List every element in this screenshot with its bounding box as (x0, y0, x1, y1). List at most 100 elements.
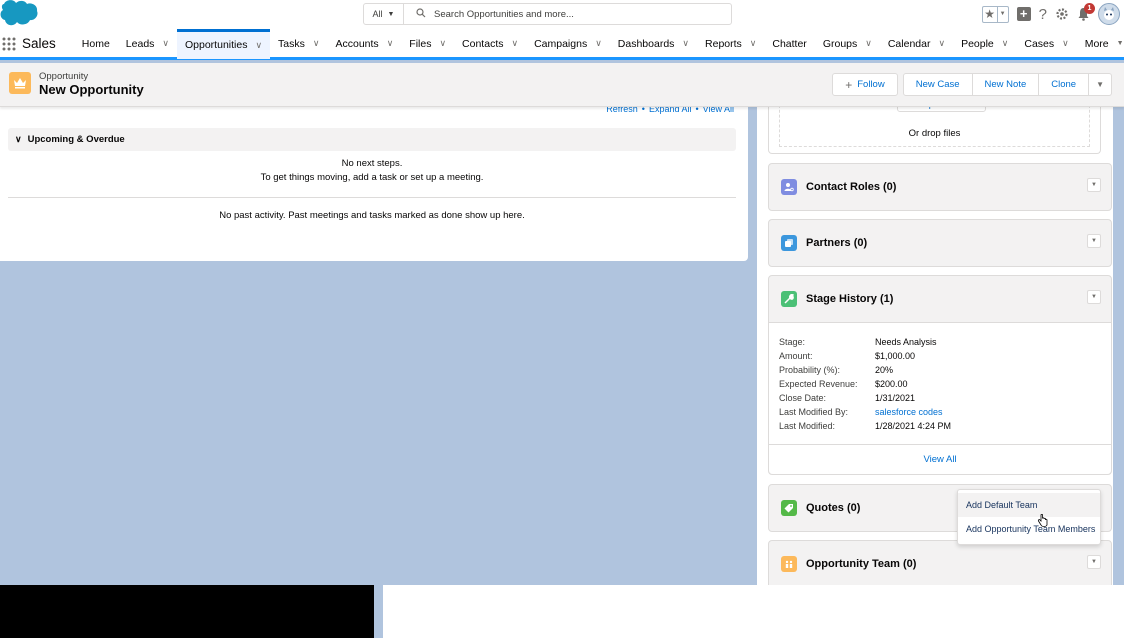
global-header: All ▼ ★ ▼ + ? 1 (0, 0, 1124, 30)
chevron-down-icon[interactable]: ∨ (387, 38, 394, 49)
app-launcher-icon[interactable] (2, 30, 16, 58)
field-label: Probability (%): (779, 365, 841, 375)
stage-history-card: Stage History (1) ▼ Stage: Needs Analysis… (768, 275, 1112, 475)
nav-item-label: Accounts (335, 37, 379, 50)
new-case-button[interactable]: New Case (902, 73, 973, 96)
nav-item-cases[interactable]: Cases ∨ (1016, 29, 1076, 59)
nav-item-label: Home (81, 37, 110, 50)
stage-row: Last Modified: 1/28/2021 4:24 PM (779, 419, 1101, 433)
divider (8, 197, 736, 198)
add-opportunity-team-members-menu-item[interactable]: Add Opportunity Team Members (958, 517, 1100, 541)
chevron-down-icon[interactable]: ∨ (1062, 38, 1069, 49)
chevron-down-icon[interactable]: ∨ (682, 38, 689, 49)
nav-item-calendar[interactable]: Calendar ∨ (880, 29, 953, 59)
contact-roles-icon (781, 179, 797, 195)
nav-item-label: Campaigns (534, 37, 588, 50)
chevron-down-icon[interactable]: ∨ (511, 38, 518, 49)
search-input[interactable] (434, 8, 731, 20)
nav-item-people[interactable]: People ∨ (953, 29, 1016, 59)
field-label: Expected Revenue: (779, 379, 858, 389)
stage-row: Close Date: 1/31/2021 (779, 391, 1101, 405)
new-note-button[interactable]: New Note (972, 73, 1040, 96)
add-default-team-menu-item[interactable]: Add Default Team (958, 493, 1100, 517)
card-title[interactable]: Contact Roles (0) (806, 181, 896, 193)
plus-icon: + (845, 77, 853, 92)
nav-item-home[interactable]: Home (74, 29, 118, 59)
chevron-down-icon[interactable]: ∨ (938, 38, 945, 49)
file-drop-zone[interactable]: ⇪ Upload Files Or drop files (768, 100, 1101, 154)
wrench-icon (781, 291, 797, 307)
partners-card: Partners (0) ▼ (768, 219, 1112, 267)
chevron-down-icon[interactable]: ∨ (595, 38, 602, 49)
nav-item-chatter[interactable]: Chatter (764, 29, 814, 59)
chevron-down-icon[interactable]: ∨ (1002, 38, 1009, 49)
card-menu-button[interactable]: ▼ (1087, 178, 1101, 192)
nav-item-label: People (961, 37, 994, 50)
section-title: Upcoming & Overdue (27, 134, 125, 145)
notifications-bell-icon[interactable]: 1 (1077, 3, 1095, 21)
chevron-down-icon[interactable]: ∨ (439, 38, 446, 49)
nav-item-label: Opportunities (185, 39, 248, 51)
nav-item-contacts[interactable]: Contacts ∨ (454, 29, 526, 59)
nav-item-reports[interactable]: Reports ∨ (697, 29, 764, 59)
card-header: Opportunity Team (0) ▼ (769, 541, 1111, 585)
nav-item-dashboards[interactable]: Dashboards ∨ (610, 29, 697, 59)
card-header: Contact Roles (0) ▼ (769, 164, 1111, 210)
card-title[interactable]: Quotes (0) (806, 502, 860, 514)
nav-item-opportunities[interactable]: Opportunities ∨ (177, 28, 271, 59)
favorites-caret-icon[interactable]: ▼ (998, 7, 1008, 22)
help-icon[interactable]: ? (1039, 6, 1047, 23)
black-overlay-block (0, 585, 374, 638)
chevron-down-icon[interactable]: ∨ (162, 38, 169, 49)
field-label: Last Modified By: (779, 407, 849, 417)
record-page-header: Opportunity New Opportunity + Follow New… (0, 63, 1124, 107)
field-value: 1/31/2021 (875, 393, 916, 403)
card-title[interactable]: Opportunity Team (0) (806, 558, 916, 570)
card-title[interactable]: Stage History (1) (806, 293, 893, 305)
chevron-down-icon[interactable]: ∨ (750, 38, 757, 49)
stage-row: Amount: $1,000.00 (779, 349, 1101, 363)
favorites-star-icon[interactable]: ★ (983, 6, 998, 22)
chevron-down-icon[interactable]: ∨ (313, 38, 320, 49)
caret-down-icon[interactable]: ▼ (1117, 40, 1124, 47)
card-menu-button[interactable]: ▼ (1087, 290, 1101, 304)
global-actions-plus-icon[interactable]: + (1016, 7, 1031, 21)
quote-tag-icon (781, 500, 797, 516)
nav-item-label: Cases (1024, 37, 1055, 50)
nav-item-files[interactable]: Files ∨ (401, 29, 454, 59)
user-avatar[interactable] (1098, 3, 1120, 25)
card-menu-button[interactable]: ▼ (1087, 234, 1101, 248)
stage-history-view-all-link[interactable]: View All (769, 444, 1111, 474)
nav-item-leads[interactable]: Leads ∨ (118, 29, 177, 59)
nav-item-groups[interactable]: Groups ∨ (815, 29, 880, 59)
drop-files-text: Or drop files (908, 128, 961, 139)
stage-history-details: Stage: Needs Analysis Amount: $1,000.00 Pr… (769, 322, 1111, 444)
caret-down-icon: ▼ (1096, 80, 1104, 89)
card-menu-button[interactable]: ▼ (1087, 555, 1101, 569)
chevron-down-icon: ∨ (15, 134, 22, 144)
search-scope-select[interactable]: All ▼ (364, 4, 404, 24)
nav-item-more[interactable]: More▼✎ (1077, 29, 1124, 59)
last-modified-by-link[interactable]: salesforce codes (875, 405, 943, 419)
follow-button[interactable]: + Follow (832, 73, 898, 96)
nav-item-label: Chatter (772, 37, 807, 50)
nav-item-campaigns[interactable]: Campaigns ∨ (526, 29, 610, 59)
chevron-down-icon[interactable]: ∨ (255, 40, 262, 51)
field-value: $1,000.00 (875, 351, 916, 361)
clone-button[interactable]: Clone (1039, 73, 1090, 96)
salesforce-logo[interactable] (0, 0, 40, 28)
upcoming-overdue-section[interactable]: ∨ Upcoming & Overdue (8, 128, 736, 151)
more-actions-button[interactable]: ▼ (1089, 73, 1112, 96)
field-label: Stage: (779, 337, 806, 347)
notification-count-badge: 1 (1084, 3, 1095, 14)
nav-item-label: Groups (822, 37, 858, 50)
card-header: Stage History (1) ▼ (769, 276, 1111, 322)
setup-gear-icon[interactable] (1055, 7, 1069, 21)
favorites-group: ★ ▼ (981, 5, 1009, 23)
card-title[interactable]: Partners (0) (806, 237, 867, 249)
chevron-down-icon[interactable]: ∨ (865, 38, 872, 49)
nav-item-label: Reports (705, 37, 742, 50)
nav-item-accounts[interactable]: Accounts ∨ (327, 29, 401, 59)
field-label: Last Modified: (779, 421, 836, 431)
nav-item-tasks[interactable]: Tasks ∨ (270, 29, 327, 59)
